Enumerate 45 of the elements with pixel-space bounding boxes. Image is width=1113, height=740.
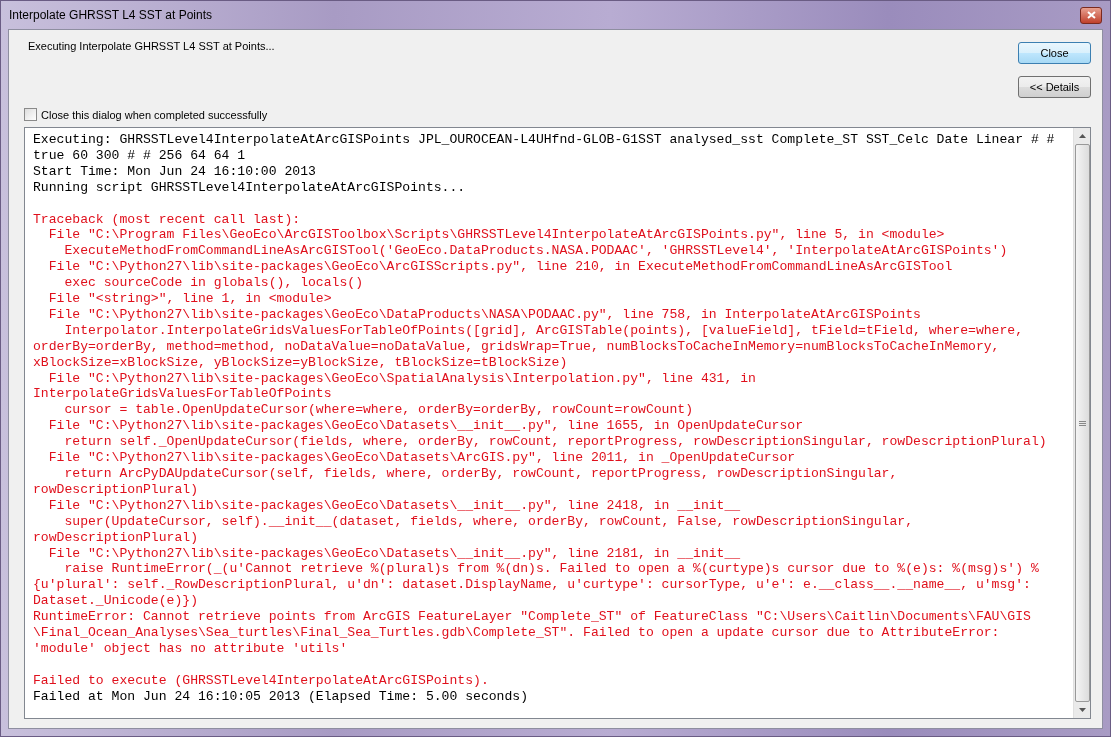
error-line: Failed to execute (GHRSSTLevel4InterpolateAtArcGISPoints). [33, 672, 490, 689]
dialog-button[interactable]: Close [1018, 42, 1091, 64]
error-line: File "C:\Python27\lib\site-packages\GeoEco\Datasets\__init__.py", line 2418, in __init__ [47, 497, 742, 514]
checkbox[interactable] [24, 108, 37, 121]
error-line: ExecuteMethodFromCommandLineAsArcGISTool('GeoEco.DataProducts.NASA.PODAAC', 'GHRSSTLevel4', 'InterpolateAtArcGISPoints') [63, 243, 1009, 260]
log-line: Executing: GHRSSTLevel4InterpolateAtArcGISPoints JPL_OUROCEAN-L4UHfnd-GLOB-G1SST analysed_sst Complete_ST SST_Celc Date Linear # # [33, 132, 1056, 148]
error-line: File "C:\Python27\lib\site-packages\GeoEco\ArcGISScripts.py", line 210, in ExecuteMethodFromCommandLineAsArcGISTool [47, 259, 954, 276]
error-line: RuntimeError: Cannot retrieve points from ArcGIS FeatureLayer "Complete_ST" of FeatureClass "C:\Users\Caitlin\Documents\FAU\GIS [33, 609, 1032, 626]
error-line: rowDescriptionPlural) [33, 529, 199, 546]
error-line: File "C:\Python27\lib\site-packages\GeoEco\DataProducts\NASA\PODAAC.py", line 758, in InterpolateAtArcGISPoints [47, 306, 922, 323]
close-icon [1086, 11, 1096, 19]
log-line: Failed at Mon Jun 24 16:10:05 2013 (Elapsed Time: 5.00 seconds) [33, 688, 530, 705]
error-line: File "C:\Python27\lib\site-packages\GeoEco\Datasets\ArcGIS.py", line 2011, in _OpenUpdateCursor [47, 450, 797, 466]
error-line: exec sourceCode in globals(), locals() [63, 275, 365, 292]
error-line: {u'plural': self._RowDescriptionPlural, u'dn': dataset.DisplayName, u'curtype': cursorType, u'e': e.__class__.__name__, u'msg': [33, 577, 1032, 594]
error-line: File "C:\Python27\lib\site-packages\GeoEco\SpatialAnalysis\Interpolation.py", line 431, in [47, 370, 757, 387]
error-line: xBlockSize=xBlockSize, yBlockSize=yBlockSize, tBlockSize=tBlockSize) [33, 354, 569, 371]
close-button[interactable] [1080, 6, 1102, 24]
checkbox-label[interactable]: Close this dialog when completed successfully [41, 108, 268, 121]
log-line: true 60 300 # # 256 64 64 1 [33, 147, 247, 164]
error-line: raise RuntimeError(_(u'Cannot retrieve %(plural)s from %(dn)s. Failed to open a %(curtype)s cursor due to %(e)s: %(msg)s') % [63, 561, 1040, 578]
scroll-down-icon[interactable] [1078, 708, 1086, 712]
error-line: \Final_Ocean_Analyses\Sea_turtles\Final_Sea_Turtles.gdb\Complete_ST". Failed to open a update cursor due to AttributeError: [33, 625, 1001, 641]
error-line: InterpolateGridsValuesForTableOfPoints [33, 386, 333, 403]
error-line: return ArcPyDAUpdateCursor(self, fields, where, orderBy, rowCount, reportProgress, rowDescriptionSingular, [63, 466, 899, 482]
error-line: Dataset._Unicode(e)}) [33, 593, 199, 610]
scroll-up-icon[interactable] [1078, 134, 1086, 138]
error-line: cursor = table.OpenUpdateCursor(where=where, orderBy=orderBy, rowCount=rowCount) [63, 402, 695, 419]
error-line: 'module' object has no attribute 'utils' [33, 641, 349, 657]
log-line: Start Time: Mon Jun 24 16:10:00 2013 [33, 163, 317, 180]
error-line: rowDescriptionPlural) [33, 481, 199, 498]
error-line: File "C:\Python27\lib\site-packages\GeoEco\Datasets\__init__.py", line 2181, in __init__ [47, 545, 742, 562]
error-line: Traceback (most recent call last): [33, 211, 302, 228]
status-text: Executing Interpolate GHRSST L4 SST at Points... [28, 40, 275, 52]
grip-icon [1078, 420, 1086, 426]
error-line: File "C:\Python27\lib\site-packages\GeoEco\Datasets\__init__.py", line 1655, in OpenUpdateCursor [47, 418, 805, 435]
error-line: orderBy=orderBy, method=method, noDataValue=noDataValue, gridsWrap=True, numBlocksToCacheInMemory=numBlocksToCacheInMemory, [33, 338, 1001, 355]
error-line: return self._OpenUpdateCursor(fields, where, orderBy, rowCount, reportProgress, rowDescriptionSingular, rowDescriptionPlural) [63, 434, 1048, 451]
dialog-button[interactable]: << Details [1018, 76, 1091, 98]
error-line: Interpolator.InterpolateGridsValuesForTableOfPoints([grid], ArcGISTable(points), [valueField], tField=tField, where=where, [63, 322, 1025, 339]
window-title: Interpolate GHRSST L4 SST at Points [8, 8, 212, 22]
error-line: File "<string>", line 1, in <module> [47, 291, 333, 307]
error-line: File "C:\Program Files\GeoEco\ArcGISToolbox\Scripts\GHRSSTLevel4InterpolateAtArcGISPoints.py", line 5, in <module> [47, 227, 946, 244]
error-line: super(UpdateCursor, self).__init__(dataset, fields, where, orderBy, rowCount, False, rowDescriptionSingular, [63, 513, 915, 530]
log-line: Running script GHRSSTLevel4InterpolateAtArcGISPoints... [33, 179, 467, 196]
